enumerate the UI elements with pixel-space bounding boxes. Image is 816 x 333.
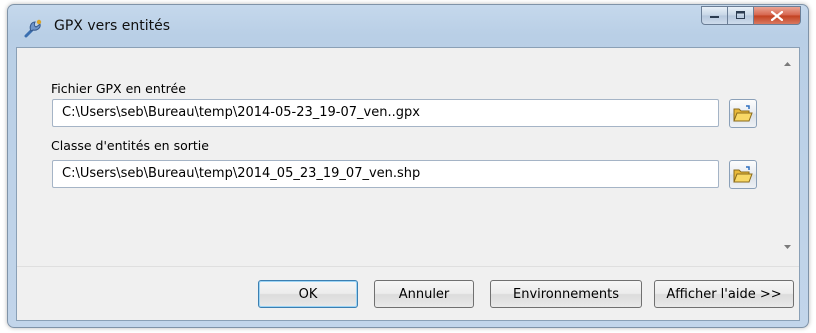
- title-bar[interactable]: GPX vers entités: [8, 5, 808, 47]
- parameters-panel[interactable]: Fichier GPX en entrée C:\Users\seb\Burea…: [17, 48, 799, 266]
- minimize-button[interactable]: [701, 6, 728, 25]
- output-class-label: Classe d'entités en sortie: [51, 138, 209, 153]
- maximize-icon: [735, 11, 745, 19]
- scroll-up-arrow[interactable]: [782, 58, 792, 68]
- window-title: GPX vers entités: [54, 18, 170, 34]
- environments-button[interactable]: Environnements: [490, 280, 642, 308]
- scroll-down-arrow[interactable]: [782, 242, 792, 252]
- show-help-button[interactable]: Afficher l'aide >>: [654, 280, 794, 308]
- ok-button[interactable]: OK: [258, 280, 358, 308]
- cancel-button[interactable]: Annuler: [374, 280, 474, 308]
- arrow-up-icon: [783, 61, 791, 66]
- minimize-icon: [709, 15, 719, 18]
- close-button[interactable]: [754, 6, 801, 25]
- dialog-window: GPX vers entités Fichier GPX en entrée C…: [7, 4, 809, 328]
- arrow-down-icon: [783, 244, 791, 249]
- open-folder-icon: [733, 165, 753, 182]
- input-file-label: Fichier GPX en entrée: [51, 81, 186, 96]
- browse-input-button[interactable]: [729, 99, 757, 128]
- open-folder-icon: [733, 104, 753, 121]
- footer-separator: [17, 266, 799, 267]
- toolbox-tool-icon: [22, 18, 44, 40]
- close-icon: [771, 10, 783, 21]
- browse-output-button[interactable]: [729, 160, 757, 189]
- maximize-button[interactable]: [728, 6, 754, 25]
- dialog-body: Fichier GPX en entrée C:\Users\seb\Burea…: [16, 47, 800, 321]
- caption-buttons: [701, 6, 801, 27]
- output-class-field[interactable]: C:\Users\seb\Bureau\temp\2014_05_23_19_0…: [52, 160, 719, 188]
- input-file-field[interactable]: C:\Users\seb\Bureau\temp\2014-05-23_19-0…: [52, 99, 719, 127]
